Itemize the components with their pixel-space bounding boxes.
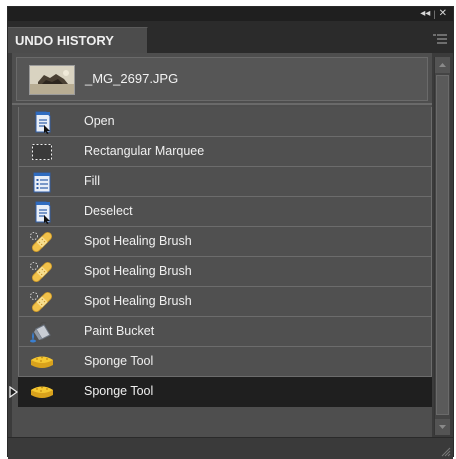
history-state-label: Paint Bucket <box>84 324 155 338</box>
history-state-label: Sponge Tool <box>84 384 154 398</box>
history-state-fill[interactable]: Fill <box>18 167 432 197</box>
panel-menu-icon[interactable] <box>433 33 447 45</box>
history-state-pointer-icon[interactable] <box>9 386 19 398</box>
snapshot-label: _MG_2697.JPG <box>85 71 179 86</box>
sponge-icon <box>31 386 53 398</box>
panel-footer <box>8 437 453 459</box>
history-state-label: Rectangular Marquee <box>84 144 205 158</box>
history-state-label: Fill <box>84 174 100 188</box>
history-state-spot-healing-brush[interactable]: Spot Healing Brush <box>18 287 432 317</box>
history-state-label: Spot Healing Brush <box>84 234 192 248</box>
history-state-open[interactable]: Open <box>18 107 432 137</box>
undo-history-panel: ◂◂ | ✕ UNDO HISTORY _MG_2697.JPG Open Re… <box>7 6 454 459</box>
bandage-icon <box>30 291 53 313</box>
snapshot-divider <box>12 103 432 105</box>
tab-undo-history[interactable]: UNDO HISTORY <box>8 27 148 53</box>
history-state-label: Deselect <box>84 204 133 218</box>
history-state-label: Spot Healing Brush <box>84 264 192 278</box>
photo-icon <box>30 66 74 94</box>
history-state-spot-healing-brush[interactable]: Spot Healing Brush <box>18 257 432 287</box>
history-state-rectangular-marquee[interactable]: Rectangular Marquee <box>18 137 432 167</box>
history-state-label: Sponge Tool <box>84 354 154 368</box>
history-state-deselect[interactable]: Deselect <box>18 197 432 227</box>
history-state-sponge-tool-current[interactable]: Sponge Tool <box>9 377 432 407</box>
history-state-paint-bucket[interactable]: Paint Bucket <box>18 317 432 347</box>
chevron-down-icon <box>439 425 446 429</box>
history-state-sponge-tool[interactable]: Sponge Tool <box>18 347 432 377</box>
scroll-up-button[interactable] <box>435 57 450 73</box>
document-icon <box>35 201 51 224</box>
chevron-up-icon <box>439 63 446 67</box>
panel-tab-strip: UNDO HISTORY <box>8 21 453 53</box>
collapse-icon[interactable]: ◂◂ <box>420 7 430 21</box>
history-state-label: Spot Healing Brush <box>84 294 192 308</box>
scroll-thumb[interactable] <box>436 75 449 415</box>
controls-separator: | <box>433 9 436 19</box>
paint-bucket-icon <box>30 321 51 343</box>
snapshot-row[interactable]: _MG_2697.JPG <box>16 57 428 101</box>
history-state-spot-healing-brush[interactable]: Spot Healing Brush <box>18 227 432 257</box>
vertical-scrollbar[interactable] <box>434 57 450 435</box>
marquee-icon <box>32 144 52 160</box>
bandage-icon <box>30 231 53 253</box>
list-document-icon <box>33 172 51 193</box>
resize-grip-icon[interactable] <box>439 445 451 457</box>
document-icon <box>35 111 51 134</box>
panel-title-bar: ◂◂ | ✕ <box>8 7 453 21</box>
bandage-icon <box>30 261 53 283</box>
snapshot-thumbnail <box>29 65 75 95</box>
history-states: Open Rectangular Marquee Fill Deselect S… <box>9 107 432 407</box>
scroll-down-button[interactable] <box>435 419 450 435</box>
close-icon[interactable]: ✕ <box>439 7 447 21</box>
sponge-icon <box>31 356 53 368</box>
history-state-label: Open <box>84 114 115 128</box>
